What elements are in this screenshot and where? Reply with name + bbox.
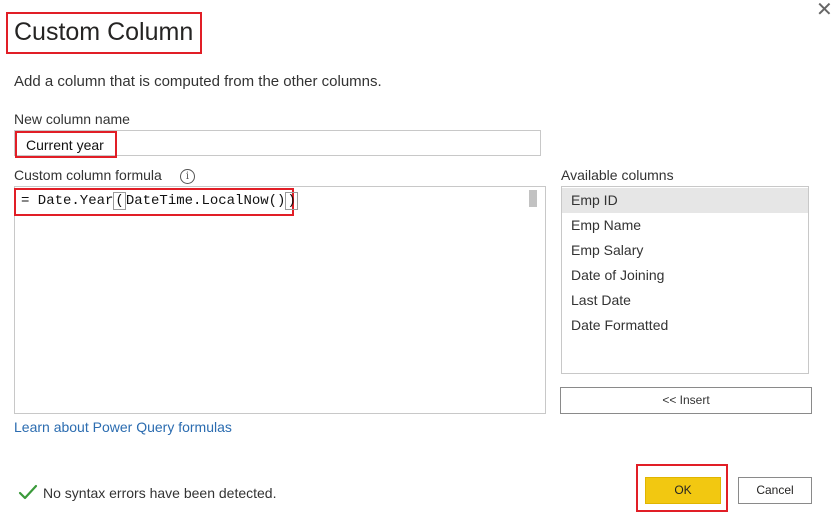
formula-open-paren: (	[113, 192, 126, 210]
cancel-button[interactable]: Cancel	[738, 477, 812, 504]
insert-button[interactable]: << Insert	[560, 387, 812, 414]
info-icon[interactable]: i	[180, 169, 195, 184]
formula-editor[interactable]	[14, 186, 546, 414]
formula-middle: DateTime.LocalNow()	[125, 193, 286, 209]
dialog-title: Custom Column	[14, 18, 194, 46]
formula-close-paren: )	[285, 192, 298, 210]
column-item-emp-salary[interactable]: Emp Salary	[562, 238, 808, 263]
column-item-date-of-joining[interactable]: Date of Joining	[562, 263, 808, 288]
dialog-subtitle: Add a column that is computed from the o…	[14, 73, 382, 90]
available-columns-list: Emp ID Emp Name Emp Salary Date of Joini…	[561, 186, 809, 374]
column-item-date-formatted[interactable]: Date Formatted	[562, 313, 808, 338]
column-item-last-date[interactable]: Last Date	[562, 288, 808, 313]
formula-prefix: = Date.Year	[21, 193, 114, 209]
syntax-status-text: No syntax errors have been detected.	[43, 485, 277, 501]
new-column-name-label: New column name	[14, 111, 130, 127]
column-item-emp-id[interactable]: Emp ID	[562, 188, 808, 213]
formula-label: Custom column formula	[14, 167, 162, 183]
close-icon[interactable]: ✕	[816, 0, 833, 20]
column-item-emp-name[interactable]: Emp Name	[562, 213, 808, 238]
checkmark-icon	[18, 484, 38, 500]
new-column-name-value: Current year	[26, 137, 104, 153]
ok-button[interactable]: OK	[645, 477, 721, 504]
available-columns-label: Available columns	[561, 167, 674, 183]
formula-text: = Date.Year(DateTime.LocalNow())	[21, 192, 298, 210]
learn-power-query-link[interactable]: Learn about Power Query formulas	[14, 419, 232, 435]
formula-scrollbar-thumb[interactable]	[529, 190, 537, 207]
